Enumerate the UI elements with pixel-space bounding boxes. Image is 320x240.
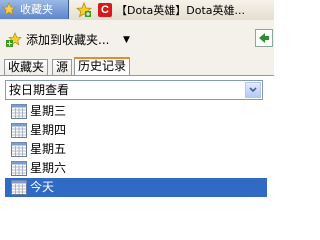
favorites-subtabs: 收藏夹 源 历史记录 xyxy=(0,57,274,78)
add-favorite-star-icon[interactable] xyxy=(76,2,92,18)
history-item-thursday[interactable]: 星期四 xyxy=(5,121,267,140)
favorites-toolbar: 添加到收藏夹... ▼ xyxy=(0,20,274,57)
star-icon xyxy=(2,2,16,16)
select-dropdown-button[interactable] xyxy=(245,82,261,98)
history-item-label: 今天 xyxy=(30,180,55,194)
favorites-center-tab-label: 收藏夹 xyxy=(20,3,53,16)
history-item-wednesday[interactable]: 星期三 xyxy=(5,102,267,121)
calendar-icon xyxy=(11,123,27,138)
view-by-value: 按日期查看 xyxy=(9,83,70,97)
add-favorite-icon xyxy=(6,32,22,47)
calendar-icon xyxy=(11,180,27,195)
page-tab-title: 【Dota英雄】Dota英雄... xyxy=(116,3,245,17)
history-item-today[interactable]: 今天 xyxy=(5,178,267,197)
page-tab[interactable]: C 【Dota英雄】Dota英雄... xyxy=(96,0,266,19)
history-item-label: 星期四 xyxy=(30,123,67,137)
history-panel: 按日期查看 星期三 星期四 星期五 星期六 今天 xyxy=(0,76,274,239)
chevron-down-icon[interactable]: ▼ xyxy=(123,31,130,49)
history-item-friday[interactable]: 星期五 xyxy=(5,140,267,159)
calendar-icon xyxy=(11,161,27,176)
calendar-icon xyxy=(11,104,27,119)
tab-favorites[interactable]: 收藏夹 xyxy=(4,59,49,76)
calendar-icon xyxy=(11,142,27,157)
favorites-center-tab[interactable]: 收藏夹 xyxy=(0,0,69,19)
tab-feeds[interactable]: 源 xyxy=(52,59,73,76)
add-to-favorites-label: 添加到收藏夹... xyxy=(26,33,110,47)
history-list: 星期三 星期四 星期五 星期六 今天 xyxy=(5,102,267,197)
view-by-select[interactable]: 按日期查看 xyxy=(5,80,263,100)
history-item-label: 星期三 xyxy=(30,104,67,118)
browser-tab-strip: 收藏夹 C 【Dota英雄】Dota英雄... xyxy=(0,0,274,21)
history-item-label: 星期五 xyxy=(30,142,67,156)
site-favicon-icon: C xyxy=(98,3,112,17)
history-item-label: 星期六 xyxy=(30,161,67,175)
pin-arrow-icon xyxy=(259,33,269,43)
chevron-down-icon xyxy=(249,87,257,93)
pin-center-button[interactable] xyxy=(255,29,273,47)
history-item-saturday[interactable]: 星期六 xyxy=(5,159,267,178)
